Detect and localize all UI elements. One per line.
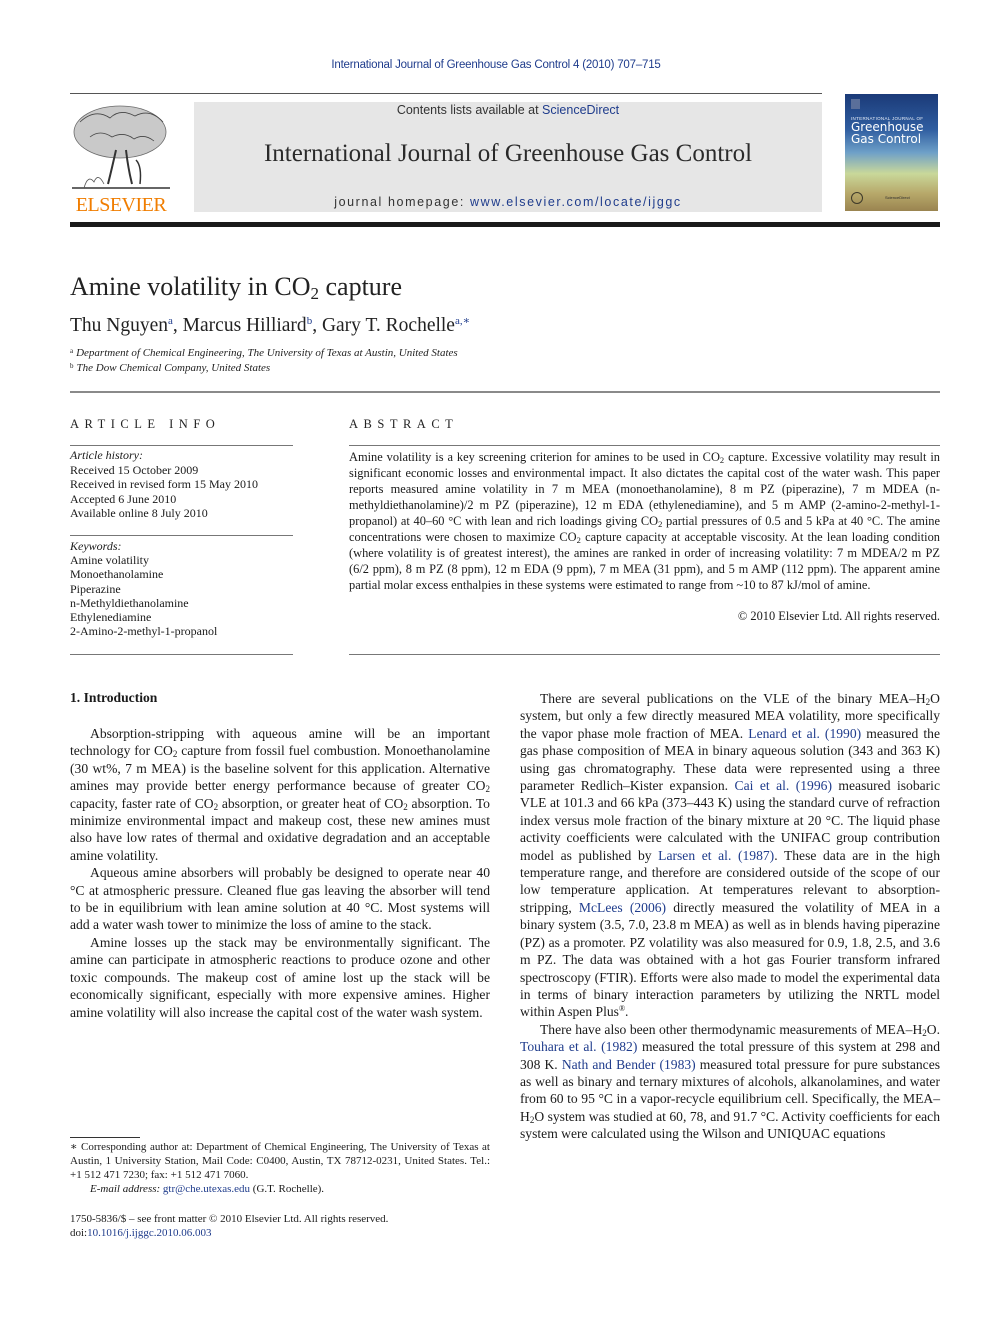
keywords-label: Keywords: xyxy=(70,539,122,553)
journal-citation-link[interactable]: International Journal of Greenhouse Gas … xyxy=(0,59,992,71)
affiliation-text: Department of Chemical Engineering, The … xyxy=(76,347,458,359)
affiliation-mark: b xyxy=(70,362,74,370)
doi-label: doi: xyxy=(70,1227,88,1239)
article-history: Article history: Received 15 October 200… xyxy=(70,448,258,521)
author-name[interactable]: Thu Nguyen xyxy=(70,315,168,336)
paragraph: There are several publications on the VL… xyxy=(520,691,940,1020)
masthead-divider xyxy=(70,222,940,227)
article-info-heading: ARTICLE INFO xyxy=(70,417,221,431)
keyword-item: Amine volatility xyxy=(70,553,149,568)
affiliation-marker[interactable]: a,∗ xyxy=(455,315,470,327)
keyword-item: n-Methyldiethanolamine xyxy=(70,595,189,610)
abstract-heading: ABSTRACT xyxy=(349,417,459,431)
keyword-item: Ethylenediamine xyxy=(70,610,152,625)
cover-title-line2: Gas Control xyxy=(851,132,922,146)
front-matter: 1750-5836/$ – see front matter © 2010 El… xyxy=(70,1212,388,1240)
body-column-left: Absorption-stripping with aqueous amine … xyxy=(70,725,490,1021)
author-name[interactable]: Gary T. Rochelle xyxy=(322,315,455,336)
paragraph: Aqueous amine absorbers will probably be… xyxy=(70,865,490,933)
keywords-list: Keywords: Amine volatility Monoethanolam… xyxy=(70,539,217,638)
body-column-right: There are several publications on the VL… xyxy=(520,690,940,1143)
citation-link[interactable]: Lenard et al. (1990) xyxy=(748,726,861,741)
email-suffix: (G.T. Rochelle). xyxy=(250,1183,325,1195)
abstract-body: Amine volatility is a key screening crit… xyxy=(349,449,940,593)
issn-line: 1750-5836/$ – see front matter © 2010 El… xyxy=(70,1213,389,1225)
paragraph: Amine losses up the stack may be environ… xyxy=(70,934,490,1020)
email-line: E-mail address: gtr@che.utexas.edu (G.T.… xyxy=(70,1182,490,1196)
email-link[interactable]: gtr@che.utexas.edu xyxy=(163,1183,250,1195)
citation-link[interactable]: Touhara et al. (1982) xyxy=(520,1039,637,1054)
keyword-item: 2-Amino-2-methyl-1-propanol xyxy=(70,624,218,639)
divider xyxy=(70,654,293,655)
doi-link[interactable]: 10.1016/j.ijggc.2010.06.003 xyxy=(87,1227,211,1239)
divider xyxy=(70,535,293,536)
history-label: Article history: xyxy=(70,448,143,462)
affiliation-marker[interactable]: b xyxy=(307,315,313,327)
affiliation-text: The Dow Chemical Company, United States xyxy=(76,362,271,374)
corresponding-author-footnote: ∗ Corresponding author at: Department of… xyxy=(70,1140,490,1196)
abstract-text: Amine volatility is a key screening crit… xyxy=(349,450,720,464)
elsevier-wordmark: ELSEVIER xyxy=(75,194,167,216)
affiliation-mark: a xyxy=(70,347,74,355)
contents-prefix: Contents lists available at xyxy=(396,103,543,117)
title-text: Amine volatility in CO xyxy=(70,272,311,301)
journal-homepage-link[interactable]: www.elsevier.com/locate/ijggc xyxy=(470,195,682,209)
affiliation-b: b The Dow Chemical Company, United States xyxy=(70,362,270,374)
cover-title: Greenhouse Gas Control xyxy=(851,121,924,145)
history-item: Accepted 6 June 2010 xyxy=(70,491,177,506)
keyword-item: Monoethanolamine xyxy=(70,567,164,582)
email-label: E-mail address: xyxy=(90,1183,163,1195)
article-title: Amine volatility in CO2 capture xyxy=(70,272,402,304)
paragraph: Absorption-stripping with aqueous amine … xyxy=(70,726,490,863)
keyword-item: Piperazine xyxy=(70,581,121,596)
contents-available-line: Contents lists available at ScienceDirec… xyxy=(194,103,822,117)
citation-link[interactable]: Larsen et al. (1987) xyxy=(658,848,774,863)
affiliation-a: a Department of Chemical Engineering, The… xyxy=(70,347,458,359)
cover-publisher-mark-icon xyxy=(851,99,860,109)
title-text-end: capture xyxy=(319,272,403,301)
author-name[interactable]: Marcus Hilliard xyxy=(183,315,307,336)
footnote-divider xyxy=(70,1137,140,1138)
citation-link[interactable]: McLees (2006) xyxy=(579,900,666,915)
abstract-copyright: © 2010 Elsevier Ltd. All rights reserved… xyxy=(737,609,940,623)
title-divider xyxy=(70,391,940,393)
title-subscript: 2 xyxy=(310,284,320,303)
section-heading-introduction: 1. Introduction xyxy=(70,690,158,705)
journal-title: International Journal of Greenhouse Gas … xyxy=(263,140,753,167)
history-item: Available online 8 July 2010 xyxy=(70,506,208,520)
divider xyxy=(349,445,940,446)
cover-publisher-text: ScienceDirect xyxy=(885,195,910,200)
sciencedirect-link[interactable]: ScienceDirect xyxy=(542,103,619,117)
homepage-label: journal homepage: xyxy=(334,195,471,209)
footnote-text: ∗ Corresponding author at: Department of… xyxy=(70,1141,490,1181)
citation-link[interactable]: Nath and Bender (1983) xyxy=(562,1057,696,1072)
journal-cover-thumbnail[interactable]: INTERNATIONAL JOURNAL OF Greenhouse Gas … xyxy=(845,94,938,211)
history-item: Received 15 October 2009 xyxy=(70,462,199,477)
top-divider xyxy=(70,93,822,94)
author-list: Thu Nguyena, Marcus Hilliardb, Gary T. R… xyxy=(70,315,471,336)
affiliation-marker[interactable]: a xyxy=(168,315,173,327)
history-item: Received in revised form 15 May 2010 xyxy=(70,477,258,491)
divider xyxy=(349,654,940,655)
paragraph: There have also been other thermodynamic… xyxy=(520,1021,941,1142)
doi-line: doi:10.1016/j.ijggc.2010.06.003 xyxy=(70,1226,388,1240)
journal-homepage-line: journal homepage: www.elsevier.com/locat… xyxy=(194,195,822,209)
cover-seal-icon xyxy=(851,192,863,204)
divider xyxy=(70,445,293,446)
citation-link[interactable]: Cai et al. (1996) xyxy=(735,778,832,793)
